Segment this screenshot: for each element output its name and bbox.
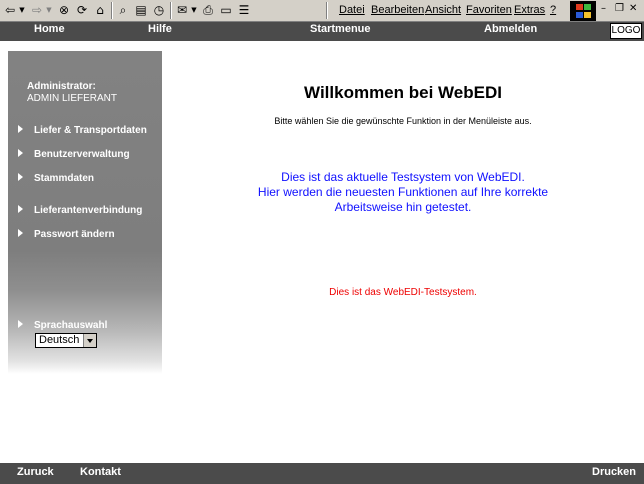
back-icon[interactable]: ⇦ xyxy=(3,3,17,18)
page-title: Willkommen bei WebEDI xyxy=(304,83,502,102)
sidebar-item-master-data[interactable]: Stammdaten xyxy=(18,173,94,184)
sidebar-item-delivery-transport[interactable]: Liefer & Transportdaten xyxy=(18,125,147,136)
arrow-right-icon xyxy=(18,125,23,134)
menu-extras[interactable]: Extras xyxy=(514,4,545,16)
info-line-2: Hier werden die neuesten Funktionen auf … xyxy=(257,185,549,199)
nav-start-menu-link[interactable]: Startmenue xyxy=(310,23,371,35)
close-icon[interactable]: ✕ xyxy=(629,3,637,14)
search-icon[interactable]: ⌕ xyxy=(115,3,131,18)
back-dropdown-icon[interactable]: ▼ xyxy=(18,3,26,18)
language-label: Sprachauswahl xyxy=(18,320,107,331)
forward-dropdown-icon[interactable]: ▼ xyxy=(45,3,53,18)
home-icon[interactable]: ⌂ xyxy=(92,3,108,18)
sidebar-item-label: Passwort ändern xyxy=(34,229,115,240)
sidebar: Administrator: ADMIN LIEFERANT Liefer & … xyxy=(8,51,162,374)
sidebar-item-label: Stammdaten xyxy=(34,173,95,184)
sidebar-item-label: Lieferantenverbindung xyxy=(34,205,143,216)
language-select[interactable]: Deutsch xyxy=(35,333,97,348)
refresh-icon[interactable]: ⟳ xyxy=(74,3,90,18)
arrow-right-icon xyxy=(18,320,23,329)
sidebar-user: ADMIN LIEFERANT xyxy=(27,93,118,104)
print-icon[interactable]: ⎙ xyxy=(200,3,216,18)
arrow-right-icon xyxy=(18,205,23,214)
print-link[interactable]: Drucken xyxy=(592,466,636,478)
page-subtitle: Bitte wählen Sie die gewünschte Funktion… xyxy=(274,116,532,126)
browser-toolbar: ⇦ ▼ ⇨ ▼ ⊗ ⟳ ⌂ ⌕ ▤ ◷ ✉ ▼ ⎙ ▭ ☰ Datei Bear… xyxy=(0,0,644,22)
arrow-right-icon xyxy=(18,229,23,238)
mail-icon[interactable]: ✉ xyxy=(174,3,190,18)
back-link[interactable]: Zuruck xyxy=(17,466,54,478)
sidebar-item-user-management[interactable]: Benutzerverwaltung xyxy=(18,149,130,160)
sidebar-item-label: Benutzerverwaltung xyxy=(34,149,130,160)
menu-datei[interactable]: Datei xyxy=(339,4,365,16)
arrow-right-icon xyxy=(18,173,23,182)
history-icon[interactable]: ◷ xyxy=(151,3,167,18)
menu-help[interactable]: ? xyxy=(550,4,556,16)
chevron-down-icon[interactable] xyxy=(83,334,96,347)
logo: LOGO xyxy=(610,23,642,39)
sidebar-item-supplier-connection[interactable]: Lieferantenverbindung xyxy=(18,205,142,216)
discuss-icon[interactable]: ☰ xyxy=(236,3,252,18)
sidebar-item-change-password[interactable]: Passwort ändern xyxy=(18,229,115,240)
test-system-notice: Dies ist das WebEDI-Testsystem. xyxy=(329,287,477,298)
windows-logo-icon xyxy=(570,1,596,21)
nav-logout-link[interactable]: Abmelden xyxy=(484,23,537,35)
minimize-icon[interactable]: – xyxy=(601,3,606,14)
top-nav: Home Hilfe Startmenue Abmelden xyxy=(0,22,644,41)
nav-help-link[interactable]: Hilfe xyxy=(148,23,172,35)
sidebar-item-label: Liefer & Transportdaten xyxy=(34,125,147,136)
stop-icon[interactable]: ⊗ xyxy=(56,3,72,18)
info-line-3: Arbeitsweise hin getestet. xyxy=(334,200,472,214)
menu-bearbeiten[interactable]: Bearbeiten xyxy=(371,4,424,16)
favorites-icon[interactable]: ▤ xyxy=(133,3,149,18)
language-label-text: Sprachauswahl xyxy=(34,320,108,331)
edit-icon[interactable]: ▭ xyxy=(218,3,234,18)
bottom-nav: Zuruck Kontakt Drucken xyxy=(0,463,644,484)
restore-icon[interactable]: ❐ xyxy=(615,3,624,14)
sidebar-role: Administrator: xyxy=(27,81,96,92)
menu-ansicht[interactable]: Ansicht xyxy=(425,4,461,16)
language-select-value: Deutsch xyxy=(39,334,80,346)
arrow-right-icon xyxy=(18,149,23,158)
nav-home-link[interactable]: Home xyxy=(34,23,65,35)
mail-dropdown-icon[interactable]: ▼ xyxy=(190,3,198,18)
forward-icon[interactable]: ⇨ xyxy=(30,3,44,18)
menu-favoriten[interactable]: Favoriten xyxy=(466,4,512,16)
info-line-1: Dies ist das aktuelle Testsystem von Web… xyxy=(281,170,525,184)
contact-link[interactable]: Kontakt xyxy=(80,466,121,478)
